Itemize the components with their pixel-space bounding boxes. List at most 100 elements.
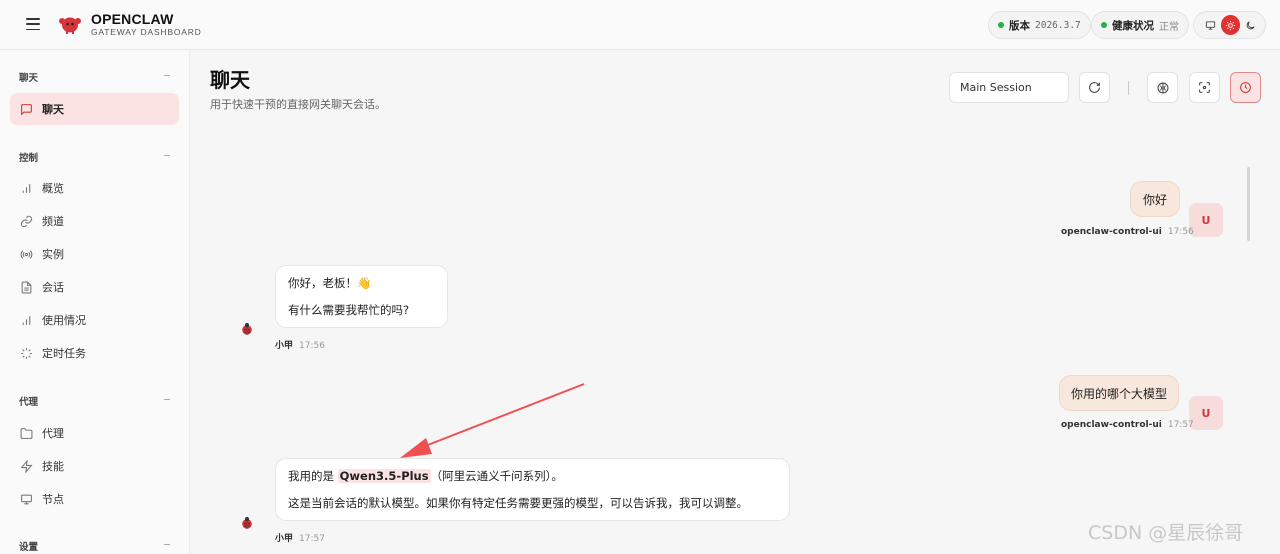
agent-ladybug-avatar-icon xyxy=(242,323,252,335)
collapse-control-icon[interactable] xyxy=(164,155,170,156)
message-author: 小甲 xyxy=(275,534,294,544)
message-time: 17:57 xyxy=(1167,420,1194,430)
sidebar-item-label: 频道 xyxy=(42,215,64,228)
sun-icon xyxy=(1225,20,1236,30)
scan-icon xyxy=(1199,82,1210,93)
session-select[interactable]: Main Session xyxy=(949,72,1069,103)
health-label: 健康状况 xyxy=(1112,19,1154,32)
theme-light-button[interactable] xyxy=(1220,15,1241,35)
message-meta: openclaw-control-ui 17:56 xyxy=(1061,227,1194,237)
message-text: （阿里云通义千问系列）。 xyxy=(430,469,563,483)
toolbar-divider xyxy=(1128,81,1129,95)
monitor-icon xyxy=(21,494,32,504)
sidebar-item-nodes[interactable]: 节点 xyxy=(10,483,179,515)
top-header: OPENCLAW GATEWAY DASHBOARD 版本 2026.3.7 健… xyxy=(0,0,1280,50)
sidebar-section-settings: 设置 xyxy=(19,542,39,553)
collapse-settings-icon[interactable] xyxy=(164,544,170,545)
clock-icon xyxy=(1240,82,1251,93)
model-name-highlight: Qwen3.5-Plus xyxy=(337,469,431,483)
brand-title: OPENCLAW xyxy=(91,11,174,27)
agent-ladybug-avatar-icon xyxy=(242,517,252,529)
message-time: 17:56 xyxy=(299,341,325,351)
sidebar-item-scheduled-tasks[interactable]: 定时任务 xyxy=(10,337,179,369)
focus-button[interactable] xyxy=(1189,72,1220,103)
collapse-agents-icon[interactable] xyxy=(164,399,170,400)
sidebar-item-instances[interactable]: 实例 xyxy=(10,238,179,270)
message-time: 17:57 xyxy=(299,534,325,544)
sidebar-item-sessions[interactable]: 会话 xyxy=(10,271,179,303)
health-value: 正常 xyxy=(1159,21,1179,33)
refresh-icon xyxy=(1089,82,1100,93)
sidebar-item-chat[interactable]: 聊天 xyxy=(10,93,179,125)
sidebar-item-label: 概览 xyxy=(42,182,64,195)
message-time: 17:56 xyxy=(1167,227,1194,237)
message-meta: openclaw-control-ui 17:57 xyxy=(1061,420,1194,430)
sidebar-item-channels[interactable]: 频道 xyxy=(10,205,179,237)
menu-icon[interactable] xyxy=(26,18,40,30)
moon-icon xyxy=(1246,20,1255,29)
sidebar-item-label: 节点 xyxy=(42,493,64,506)
assistant-message-bubble: 我用的是 Qwen3.5-Plus （阿里云通义千问系列）。 这是当前会话的默认模… xyxy=(275,458,790,521)
sidebar-item-usage[interactable]: 使用情况 xyxy=(10,304,179,336)
assistant-message-bubble: 你好，老板！👋 有什么需要我帮忙的吗? xyxy=(275,265,448,328)
bar-chart-icon xyxy=(22,315,31,325)
sidebar-item-skills[interactable]: 技能 xyxy=(10,450,179,482)
user-avatar: U xyxy=(1189,396,1223,430)
sidebar-section-agents: 代理 xyxy=(19,397,39,408)
sidebar-item-label: 实例 xyxy=(42,248,64,261)
message-line: 有什么需要我帮忙的吗? xyxy=(288,303,410,317)
message-square-icon xyxy=(21,103,32,116)
watermark: CSDN @星辰徐哥 xyxy=(1088,522,1244,544)
version-label: 版本 xyxy=(1009,19,1030,32)
radio-icon xyxy=(20,249,33,259)
sidebar-section-control: 控制 xyxy=(19,153,39,164)
refresh-button[interactable] xyxy=(1079,72,1110,103)
brain-button[interactable] xyxy=(1147,72,1178,103)
link-icon xyxy=(20,215,33,227)
folder-icon xyxy=(20,427,33,439)
sidebar-item-label: 技能 xyxy=(42,460,64,473)
history-button[interactable] xyxy=(1230,72,1261,103)
message-line: 这是当前会话的默认模型。如果你有特定任务需要更强的模型，可以告诉我，我可以调整。 xyxy=(288,496,748,510)
loader-icon xyxy=(21,347,32,359)
chat-scrollbar[interactable] xyxy=(1247,167,1250,241)
monitor-icon xyxy=(1206,20,1216,30)
message-line: 我用的是 Qwen3.5-Plus （阿里云通义千问系列）。 xyxy=(288,468,777,484)
sidebar-item-overview[interactable]: 概览 xyxy=(10,172,179,204)
message-text: 我用的是 xyxy=(288,469,338,483)
sidebar: 聊天 聊天 控制 概览 频道 实例 会话 使用情况 定时任务 代理 代理 技能 xyxy=(0,50,190,554)
version-pill: 版本 2026.3.7 xyxy=(988,11,1091,39)
user-message-bubble: 你用的哪个大模型 xyxy=(1059,375,1179,411)
message-meta: 小甲 17:57 xyxy=(275,531,325,544)
sidebar-item-label: 代理 xyxy=(42,427,64,440)
user-avatar: U xyxy=(1189,203,1223,237)
sidebar-item-agents[interactable]: 代理 xyxy=(10,417,179,449)
openclaw-logo-icon xyxy=(59,17,81,34)
message-meta: 小甲 17:56 xyxy=(275,338,325,351)
message-text: 你好 xyxy=(1142,192,1167,207)
sidebar-item-label: 使用情况 xyxy=(42,314,86,327)
theme-dark-button[interactable] xyxy=(1240,15,1260,35)
sidebar-item-label: 定时任务 xyxy=(42,347,86,360)
message-line: 你好，老板！👋 xyxy=(288,276,372,290)
message-author: openclaw-control-ui xyxy=(1061,227,1162,237)
message-author: 小甲 xyxy=(275,341,294,351)
user-message-bubble: 你好 xyxy=(1130,181,1180,217)
theme-system-button[interactable] xyxy=(1201,15,1221,35)
zap-icon xyxy=(20,459,33,473)
file-text-icon xyxy=(21,281,32,293)
message-author: openclaw-control-ui xyxy=(1061,420,1162,430)
sidebar-section-chat: 聊天 xyxy=(19,73,39,84)
collapse-chat-icon[interactable] xyxy=(164,75,170,76)
health-pill: 健康状况 正常 xyxy=(1091,11,1189,39)
version-value: 2026.3.7 xyxy=(1035,19,1081,31)
brain-icon xyxy=(1157,82,1168,93)
annotation-arrow-icon xyxy=(400,383,585,458)
brand: OPENCLAW GATEWAY DASHBOARD xyxy=(91,12,202,38)
status-dot-icon xyxy=(1101,22,1107,28)
message-text: 你用的哪个大模型 xyxy=(1070,386,1167,401)
page-title: 聊天 xyxy=(210,68,250,92)
brand-subtitle: GATEWAY DASHBOARD xyxy=(91,27,202,37)
sidebar-item-label: 聊天 xyxy=(42,103,64,116)
page-subtitle: 用于快速干预的直接网关聊天会话。 xyxy=(210,98,386,111)
